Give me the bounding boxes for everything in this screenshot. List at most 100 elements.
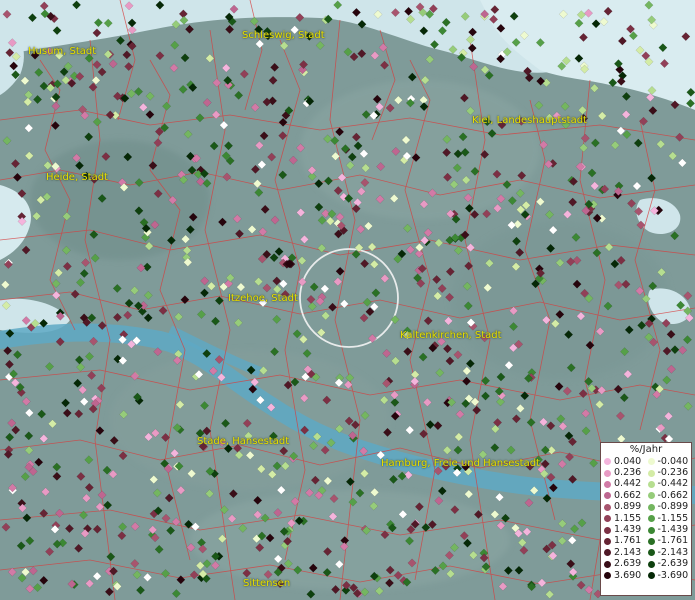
measurement-point[interactable] — [299, 234, 309, 244]
measurement-point[interactable] — [558, 421, 568, 431]
measurement-point[interactable] — [109, 435, 119, 445]
measurement-point[interactable] — [143, 290, 153, 300]
measurement-point[interactable] — [462, 281, 472, 291]
measurement-point[interactable] — [200, 401, 210, 411]
measurement-point[interactable] — [517, 538, 527, 548]
measurement-point[interactable] — [290, 496, 300, 506]
measurement-point[interactable] — [546, 243, 556, 253]
measurement-point[interactable] — [483, 283, 493, 293]
measurement-point[interactable] — [320, 445, 330, 455]
measurement-point[interactable] — [539, 140, 549, 150]
measurement-points-layer[interactable] — [0, 0, 695, 600]
measurement-point[interactable] — [81, 258, 91, 268]
measurement-point[interactable] — [496, 23, 506, 33]
measurement-point[interactable] — [85, 579, 95, 589]
measurement-point[interactable] — [126, 89, 136, 99]
measurement-point[interactable] — [119, 409, 129, 419]
measurement-point[interactable] — [267, 469, 277, 479]
measurement-point[interactable] — [443, 344, 452, 354]
measurement-point[interactable] — [72, 153, 82, 163]
measurement-point[interactable] — [367, 242, 377, 252]
measurement-point[interactable] — [405, 245, 415, 255]
measurement-point[interactable] — [437, 486, 447, 496]
measurement-point[interactable] — [283, 559, 293, 569]
measurement-point[interactable] — [305, 488, 314, 498]
measurement-point[interactable] — [136, 585, 146, 595]
measurement-point[interactable] — [683, 401, 693, 411]
measurement-point[interactable] — [578, 32, 588, 42]
measurement-point[interactable] — [62, 408, 72, 418]
measurement-point[interactable] — [329, 494, 339, 504]
measurement-point[interactable] — [496, 397, 505, 407]
measurement-point[interactable] — [250, 102, 260, 112]
measurement-point[interactable] — [286, 518, 296, 528]
measurement-point[interactable] — [323, 476, 333, 486]
measurement-point[interactable] — [554, 382, 564, 391]
measurement-point[interactable] — [503, 566, 513, 576]
measurement-point[interactable] — [565, 452, 575, 462]
measurement-point[interactable] — [411, 153, 421, 163]
measurement-point[interactable] — [443, 316, 453, 326]
measurement-point[interactable] — [460, 147, 470, 157]
measurement-point[interactable] — [306, 294, 316, 304]
measurement-point[interactable] — [339, 542, 349, 552]
measurement-point[interactable] — [496, 194, 506, 204]
measurement-point[interactable] — [52, 462, 62, 472]
measurement-point[interactable] — [262, 97, 272, 107]
measurement-point[interactable] — [433, 421, 443, 431]
measurement-point[interactable] — [463, 193, 473, 203]
measurement-point[interactable] — [51, 101, 61, 111]
measurement-point[interactable] — [526, 417, 536, 427]
measurement-point[interactable] — [414, 242, 424, 252]
map-view[interactable]: Husum, Stadt Schleswig, Stadt Kiel, Land… — [0, 0, 695, 600]
measurement-point[interactable] — [389, 194, 399, 203]
measurement-point[interactable] — [382, 348, 392, 358]
measurement-point[interactable] — [678, 345, 688, 355]
measurement-point[interactable] — [296, 208, 306, 218]
measurement-point[interactable] — [200, 276, 210, 286]
measurement-point[interactable] — [647, 173, 657, 183]
measurement-point[interactable] — [96, 383, 106, 393]
measurement-point[interactable] — [572, 255, 582, 265]
measurement-point[interactable] — [619, 393, 629, 403]
measurement-point[interactable] — [462, 538, 472, 548]
measurement-point[interactable] — [576, 580, 586, 590]
measurement-point[interactable] — [564, 330, 574, 340]
measurement-point[interactable] — [406, 14, 416, 24]
measurement-point[interactable] — [493, 203, 503, 213]
measurement-point[interactable] — [0, 280, 10, 290]
measurement-point[interactable] — [258, 227, 268, 237]
measurement-point[interactable] — [62, 261, 72, 271]
measurement-point[interactable] — [272, 314, 282, 324]
measurement-point[interactable] — [84, 132, 94, 142]
measurement-point[interactable] — [292, 329, 302, 339]
measurement-point[interactable] — [32, 211, 42, 221]
measurement-point[interactable] — [362, 297, 372, 307]
measurement-point[interactable] — [444, 550, 454, 560]
measurement-point[interactable] — [333, 0, 343, 10]
measurement-point[interactable] — [390, 315, 400, 325]
measurement-point[interactable] — [579, 143, 589, 153]
measurement-point[interactable] — [482, 209, 492, 219]
measurement-point[interactable] — [148, 525, 158, 535]
measurement-point[interactable] — [357, 19, 367, 29]
measurement-point[interactable] — [158, 306, 168, 316]
measurement-point[interactable] — [512, 236, 521, 246]
measurement-point[interactable] — [659, 59, 669, 68]
measurement-point[interactable] — [454, 432, 464, 442]
measurement-point[interactable] — [468, 550, 478, 560]
measurement-point[interactable] — [407, 558, 417, 568]
measurement-point[interactable] — [254, 140, 264, 150]
measurement-point[interactable] — [7, 38, 17, 48]
measurement-point[interactable] — [367, 333, 377, 343]
measurement-point[interactable] — [51, 290, 61, 300]
measurement-point[interactable] — [566, 363, 576, 373]
measurement-point[interactable] — [511, 37, 521, 47]
measurement-point[interactable] — [448, 45, 458, 55]
measurement-point[interactable] — [144, 241, 154, 251]
measurement-point[interactable] — [464, 203, 474, 213]
measurement-point[interactable] — [123, 310, 133, 320]
measurement-point[interactable] — [195, 561, 205, 571]
measurement-point[interactable] — [23, 97, 33, 107]
measurement-point[interactable] — [93, 18, 103, 28]
